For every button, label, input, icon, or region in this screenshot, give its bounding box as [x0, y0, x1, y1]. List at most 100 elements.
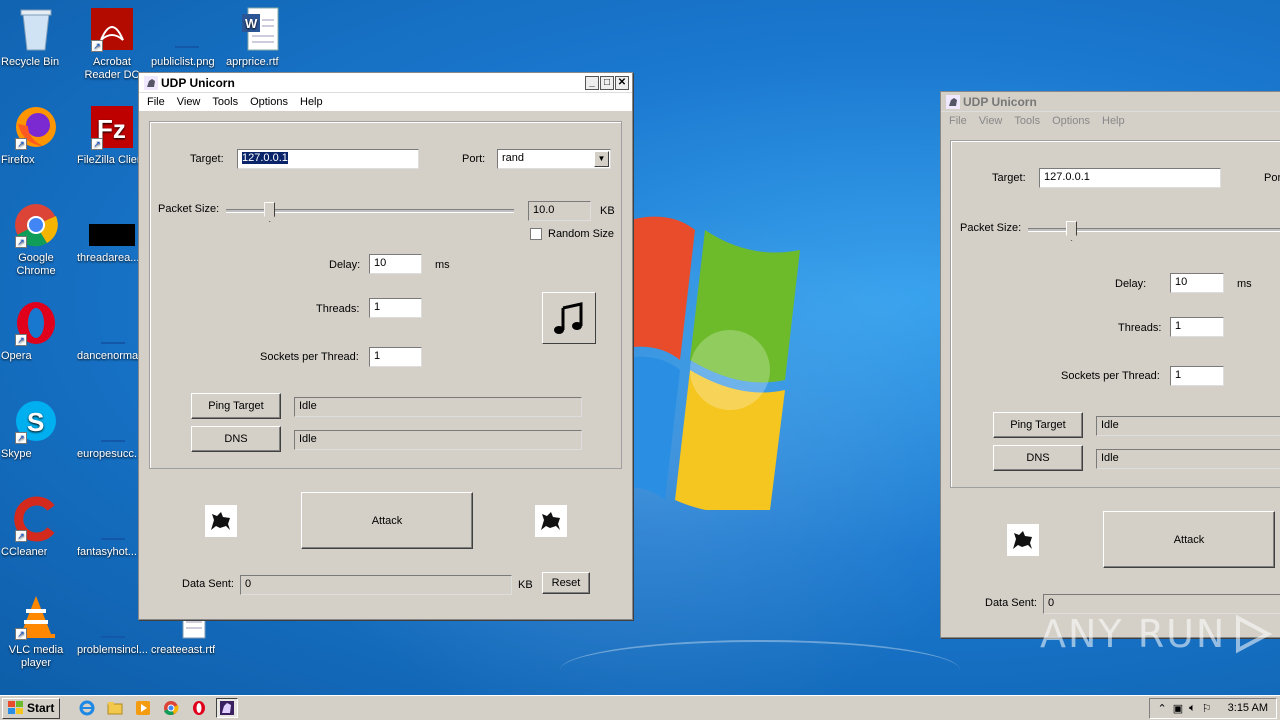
media-player-taskbar-icon[interactable]: [132, 698, 154, 718]
ping-target-button[interactable]: Ping Target: [993, 412, 1083, 438]
desktop-icon-skype[interactable]: S ↗ Skype: [1, 398, 71, 460]
threads-input[interactable]: 1: [369, 298, 422, 318]
random-size-checkbox[interactable]: [530, 228, 542, 240]
desktop-icon-dancenorma[interactable]: dancenorma...: [77, 300, 147, 362]
firefox-icon: ↗: [13, 104, 59, 150]
ping-target-button[interactable]: Ping Target: [191, 393, 281, 419]
desktop-icon-filezilla[interactable]: Fz ↗ FileZilla Client: [77, 104, 147, 166]
udp-unicorn-window-background[interactable]: UDP Unicorn File View Tools Options Help…: [940, 91, 1280, 638]
menu-options[interactable]: Options: [244, 93, 294, 111]
title-bar[interactable]: UDP Unicorn: [941, 92, 1280, 112]
watermark-text: ANY RUN: [1040, 612, 1227, 656]
menu-view[interactable]: View: [171, 93, 207, 111]
target-input[interactable]: 127.0.0.1: [1039, 168, 1221, 188]
desktop-icon-acrobat[interactable]: ↗ Acrobat Reader DC: [77, 6, 147, 81]
dns-button[interactable]: DNS: [993, 445, 1083, 471]
close-button[interactable]: ✕: [615, 75, 629, 90]
acrobat-icon: ↗: [89, 6, 135, 52]
target-label: Target:: [190, 153, 224, 165]
port-select-value: rand: [502, 152, 525, 164]
menu-bar: File View Tools Options Help: [941, 112, 1280, 130]
dns-status-field: Idle: [294, 430, 582, 450]
network-icon[interactable]: ▣: [1173, 702, 1183, 715]
sockets-input[interactable]: 1: [1170, 366, 1224, 386]
menu-view[interactable]: View: [973, 112, 1009, 130]
shortcut-arrow-icon: ↗: [91, 40, 103, 52]
menu-tools[interactable]: Tools: [1008, 112, 1046, 130]
windows-flag-icon: [8, 701, 23, 714]
ccleaner-icon: ↗: [13, 496, 59, 542]
window-title: UDP Unicorn: [161, 75, 235, 90]
unicorn-right-icon: [535, 505, 567, 537]
explorer-taskbar-icon[interactable]: [104, 698, 126, 718]
udp-unicorn-taskbar-icon[interactable]: [216, 698, 239, 718]
target-input[interactable]: 127.0.0.1: [237, 149, 419, 169]
desktop-icon-firefox[interactable]: ↗ Firefox: [1, 104, 71, 166]
delay-input[interactable]: 10: [1170, 273, 1224, 293]
menu-help[interactable]: Help: [1096, 112, 1131, 130]
desktop-icon-recycle-bin[interactable]: Recycle Bin: [1, 6, 71, 68]
sockets-label: Sockets per Thread:: [260, 351, 359, 363]
ie-taskbar-icon[interactable]: [76, 698, 98, 718]
desktop-icon-vlc[interactable]: ↗ VLC media player: [1, 594, 71, 669]
music-toggle-button[interactable]: [542, 292, 596, 344]
desktop-icon-label: dancenorma...: [77, 350, 148, 362]
wallpaper-swoosh: [560, 640, 960, 695]
desktop-icon-chrome[interactable]: ↗ Google Chrome: [1, 202, 71, 277]
tray-expand-icon[interactable]: ⌃: [1158, 702, 1167, 715]
desktop-icon-aprprice[interactable]: W aprprice.rtf: [226, 6, 296, 68]
chevron-down-icon[interactable]: ▼: [594, 151, 609, 167]
desktop-icon-ccleaner[interactable]: ↗ CCleaner: [1, 496, 71, 558]
menu-options[interactable]: Options: [1046, 112, 1096, 130]
start-label: Start: [27, 701, 55, 715]
desktop-icon-label: createeast.rtf: [151, 644, 216, 656]
data-sent-field: 0: [1043, 594, 1280, 614]
menu-file[interactable]: File: [141, 93, 171, 111]
system-tray: ⌃ ▣ 🔈︎ ⚐ 3:15 AM: [1148, 697, 1277, 719]
threads-input[interactable]: 1: [1170, 317, 1224, 337]
attack-button[interactable]: Attack: [1103, 511, 1275, 568]
random-size-label: Random Size: [548, 228, 615, 240]
filezilla-icon: Fz ↗: [89, 104, 135, 150]
vlc-icon: ↗: [13, 594, 59, 640]
opera-taskbar-icon[interactable]: [188, 698, 210, 718]
menu-help[interactable]: Help: [294, 93, 329, 111]
minimize-button[interactable]: _: [585, 75, 599, 90]
desktop-icon-opera[interactable]: ↗ Opera: [1, 300, 71, 362]
file-icon: [89, 398, 135, 444]
shortcut-arrow-icon: ↗: [15, 432, 27, 444]
desktop-icon-publiclist[interactable]: publiclist.png: [151, 6, 221, 68]
anyrun-watermark: ANY RUN: [1040, 612, 1273, 656]
dns-button[interactable]: DNS: [191, 426, 281, 452]
port-label: Por: [1264, 172, 1280, 184]
speaker-icon[interactable]: 🔈︎: [1189, 702, 1196, 715]
maximize-button[interactable]: □: [600, 75, 614, 90]
flag-icon[interactable]: ⚐: [1202, 702, 1212, 715]
title-bar[interactable]: UDP Unicorn _ □ ✕: [139, 73, 632, 93]
desktop-icon-label: europesucc...: [77, 448, 144, 460]
menu-file[interactable]: File: [943, 112, 973, 130]
desktop-icon-problemsincl[interactable]: problemsincl...: [77, 594, 148, 656]
port-select[interactable]: rand ▼: [497, 149, 611, 169]
reset-button[interactable]: Reset: [542, 572, 590, 594]
menu-tools[interactable]: Tools: [206, 93, 244, 111]
threads-label: Threads:: [316, 303, 360, 315]
sockets-input[interactable]: 1: [369, 347, 422, 367]
desktop-icon-label: Opera: [1, 350, 32, 362]
desktop-icon-europesucc[interactable]: europesucc...: [77, 398, 147, 460]
desktop-icon-fantasyhot[interactable]: fantasyhot...: [77, 496, 147, 558]
desktop-icon-label: Firefox: [1, 154, 35, 166]
clock[interactable]: 3:15 AM: [1228, 702, 1268, 714]
desktop-icon-label: threadarea...: [77, 252, 140, 264]
desktop-icon-label: Recycle Bin: [1, 56, 60, 68]
attack-button[interactable]: Attack: [301, 492, 473, 549]
shortcut-arrow-icon: ↗: [15, 530, 27, 542]
packet-size-slider-track[interactable]: [1028, 228, 1280, 232]
chrome-taskbar-icon[interactable]: [160, 698, 182, 718]
svg-text:S: S: [27, 407, 44, 437]
start-button[interactable]: Start: [2, 697, 61, 719]
delay-input[interactable]: 10: [369, 254, 422, 274]
udp-unicorn-window[interactable]: UDP Unicorn _ □ ✕ File View Tools Option…: [138, 72, 633, 620]
desktop-icon-label: Skype: [1, 448, 32, 460]
desktop-icon-threadarea[interactable]: threadarea...: [77, 202, 147, 264]
